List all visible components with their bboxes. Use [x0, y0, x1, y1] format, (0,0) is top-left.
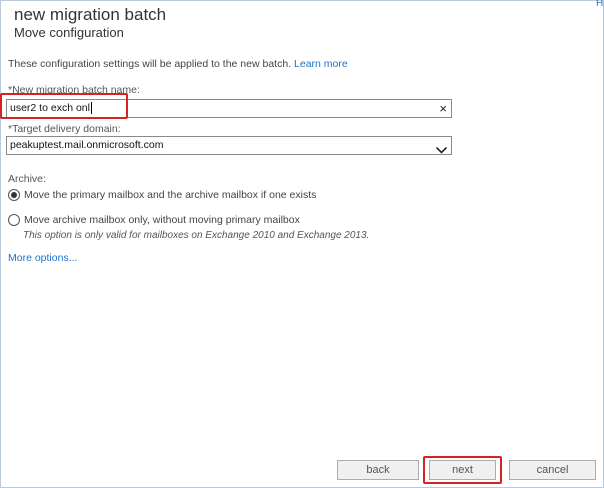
archive-option-archive-only[interactable]: Move archive mailbox only, without movin…: [8, 214, 300, 227]
learn-more-link[interactable]: Learn more: [294, 58, 348, 70]
radio-unchecked-icon[interactable]: [8, 214, 20, 227]
page-title: new migration batch: [14, 5, 167, 24]
cancel-button[interactable]: cancel: [509, 460, 596, 480]
page-subtitle: Move configuration: [14, 25, 124, 40]
archive-label: Archive:: [8, 173, 46, 185]
clear-icon[interactable]: ×: [439, 100, 447, 117]
archive-option-both-label: Move the primary mailbox and the archive…: [24, 189, 317, 201]
intro-description: These configuration settings will be app…: [8, 58, 292, 70]
archive-option-both[interactable]: Move the primary mailbox and the archive…: [8, 189, 317, 202]
chevron-down-icon: [435, 141, 448, 159]
archive-option-archive-only-label: Move archive mailbox only, without movin…: [24, 214, 300, 226]
delivery-domain-label: *Target delivery domain:: [8, 123, 121, 135]
name-field-highlight: [0, 93, 128, 119]
delivery-domain-select[interactable]: peakuptest.mail.onmicrosoft.com: [6, 136, 452, 155]
back-button[interactable]: back: [337, 460, 419, 480]
radio-checked-icon[interactable]: [8, 189, 20, 202]
help-link[interactable]: H: [596, 0, 603, 9]
next-button-highlight: [423, 456, 502, 484]
dialog-frame: [0, 0, 604, 488]
archive-note: This option is only valid for mailboxes …: [23, 230, 370, 241]
delivery-domain-value: peakuptest.mail.onmicrosoft.com: [10, 139, 164, 151]
more-options-link[interactable]: More options...: [8, 252, 77, 264]
intro-text: These configuration settings will be app…: [8, 58, 348, 70]
